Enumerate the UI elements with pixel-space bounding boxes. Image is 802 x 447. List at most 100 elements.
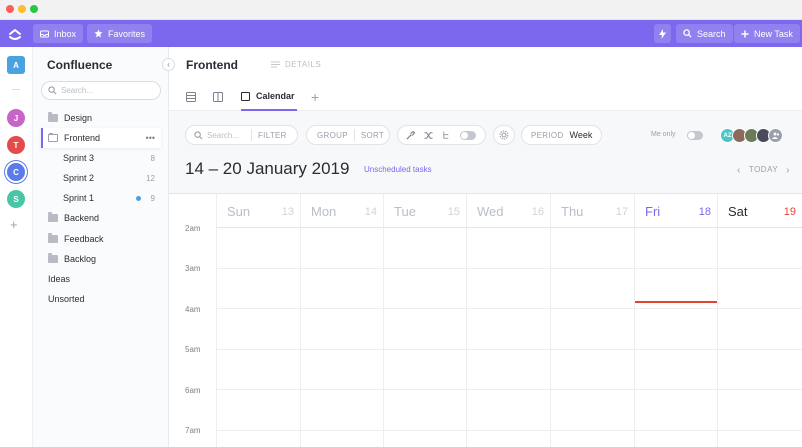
user-initial: C	[13, 167, 19, 177]
settings-button[interactable]	[493, 125, 515, 145]
time-label: 7am	[185, 426, 201, 435]
search-button[interactable]: Search	[676, 24, 733, 43]
inbox-button[interactable]: Inbox	[33, 24, 84, 43]
date-range: 14 – 20 January 2019	[185, 159, 350, 178]
close-window-button[interactable]	[6, 5, 14, 13]
column-divider	[634, 228, 635, 447]
collapse-sidebar-button[interactable]: ‹	[162, 58, 175, 71]
day-header-fri: Fri 18	[634, 194, 717, 228]
prev-week-button[interactable]: ‹	[737, 165, 741, 176]
divider	[251, 129, 252, 141]
maximize-window-button[interactable]	[30, 5, 38, 13]
folder-open-icon	[48, 133, 58, 142]
day-header-sat: Sat 19	[717, 194, 802, 228]
star-icon	[94, 29, 103, 38]
lightning-icon	[659, 28, 666, 39]
tab-board[interactable]	[213, 83, 223, 111]
group-avatar-icon[interactable]	[768, 128, 783, 143]
task-count: 8	[150, 153, 155, 163]
hour-line	[216, 268, 802, 269]
list-view-icon	[186, 92, 196, 102]
user-initial: T	[13, 140, 19, 150]
sidebar-item-backlog[interactable]: Backlog	[41, 249, 161, 269]
sidebar-item-label: Ideas	[48, 274, 71, 284]
hour-line	[216, 349, 802, 350]
date-navigation: ‹ TODAY ›	[737, 165, 790, 176]
shuffle-icon[interactable]	[424, 131, 433, 140]
user-avatar-s[interactable]: S	[7, 190, 25, 208]
sidebar-item-design[interactable]: Design	[41, 108, 161, 128]
group-button[interactable]: GROUP	[317, 131, 348, 140]
window-titlebar	[0, 0, 802, 20]
task-search[interactable]: Search... FILTER	[185, 125, 298, 145]
sidebar-item-feedback[interactable]: Feedback	[41, 229, 161, 249]
details-button[interactable]: DETAILS	[271, 60, 321, 69]
unscheduled-tasks-link[interactable]: Unscheduled tasks	[364, 165, 432, 174]
sidebar-item-label: Sprint 2	[63, 173, 95, 183]
calendar-view-icon	[241, 91, 250, 101]
week-calendar: Sun 13 Mon 14 Tue 15 Wed 16 Thu 17 Fri 1…	[169, 194, 802, 447]
user-avatar-c[interactable]: C	[7, 163, 25, 181]
list-header: Frontend DETAILS Calendar +	[169, 47, 802, 111]
time-label: 2am	[185, 224, 201, 233]
add-workspace-button[interactable]: +	[10, 217, 18, 232]
sidebar-search[interactable]	[41, 81, 161, 100]
sidebar-item-sprint-1[interactable]: Sprint 1 9	[41, 188, 161, 208]
board-view-icon	[213, 92, 223, 102]
gear-icon	[499, 130, 509, 140]
column-divider	[300, 228, 301, 447]
user-avatar-j[interactable]: J	[7, 109, 25, 127]
sidebar-search-input[interactable]	[61, 86, 151, 95]
top-bar: Inbox Favorites Search New Task	[0, 20, 802, 47]
sidebar-item-backend[interactable]: Backend	[41, 208, 161, 228]
group-sort-pill: GROUP SORT	[306, 125, 390, 145]
favorites-button[interactable]: Favorites	[87, 24, 153, 43]
day-name: Sat	[728, 204, 748, 219]
hour-line	[216, 430, 802, 431]
sidebar-item-frontend[interactable]: Frontend •••	[41, 128, 161, 148]
period-selector[interactable]: PERIOD Week	[521, 125, 602, 145]
add-view-button[interactable]: +	[311, 83, 319, 111]
next-week-button[interactable]: ›	[786, 165, 790, 176]
sidebar-item-ideas[interactable]: Ideas	[41, 269, 161, 289]
workspace-avatar[interactable]: A	[7, 56, 25, 74]
day-number: 17	[615, 206, 628, 218]
tab-list[interactable]	[186, 83, 196, 111]
search-icon	[48, 86, 57, 95]
day-number: 19	[783, 206, 796, 218]
user-avatar-t[interactable]: T	[7, 136, 25, 154]
brush-icon[interactable]	[406, 130, 415, 140]
subtasks-toggle[interactable]	[460, 130, 476, 140]
sidebar-item-unsorted[interactable]: Unsorted	[41, 289, 161, 309]
filter-button[interactable]: FILTER	[258, 131, 287, 140]
user-initial: J	[13, 113, 19, 123]
day-name: Mon	[311, 204, 337, 219]
sidebar-item-label: Unsorted	[48, 294, 85, 304]
tab-label: Calendar	[256, 91, 295, 101]
new-task-button[interactable]: New Task	[734, 24, 800, 43]
day-number: 13	[281, 206, 294, 218]
period-value: Week	[569, 130, 593, 140]
subtasks-icon[interactable]	[442, 130, 451, 140]
day-header-sun: Sun 13	[216, 194, 300, 228]
sort-button[interactable]: SORT	[361, 131, 384, 140]
time-label: 6am	[185, 386, 201, 395]
today-button[interactable]: TODAY	[749, 165, 778, 176]
task-count: 9	[150, 193, 155, 203]
sidebar-item-sprint-2[interactable]: Sprint 2 12	[41, 168, 161, 188]
day-header-mon: Mon 14	[300, 194, 383, 228]
day-header-thu: Thu 17	[550, 194, 634, 228]
sidebar-item-sprint-3[interactable]: Sprint 3 8	[41, 148, 161, 168]
minimize-window-button[interactable]	[18, 5, 26, 13]
sidebar-item-label: Feedback	[64, 234, 104, 244]
me-only-label: Me only	[651, 131, 676, 138]
clickup-logo-icon[interactable]	[6, 24, 24, 42]
calendar-toolbar: Search... FILTER GROUP SORT PERIOD Week …	[169, 111, 802, 194]
automations-button[interactable]	[654, 24, 671, 43]
tab-calendar[interactable]: Calendar	[241, 83, 297, 111]
me-only-toggle[interactable]	[687, 131, 703, 140]
more-icon[interactable]: •••	[146, 133, 155, 143]
day-header-wed: Wed 16	[466, 194, 550, 228]
user-initial: S	[13, 194, 19, 204]
sidebar-item-label: Backlog	[64, 254, 97, 264]
